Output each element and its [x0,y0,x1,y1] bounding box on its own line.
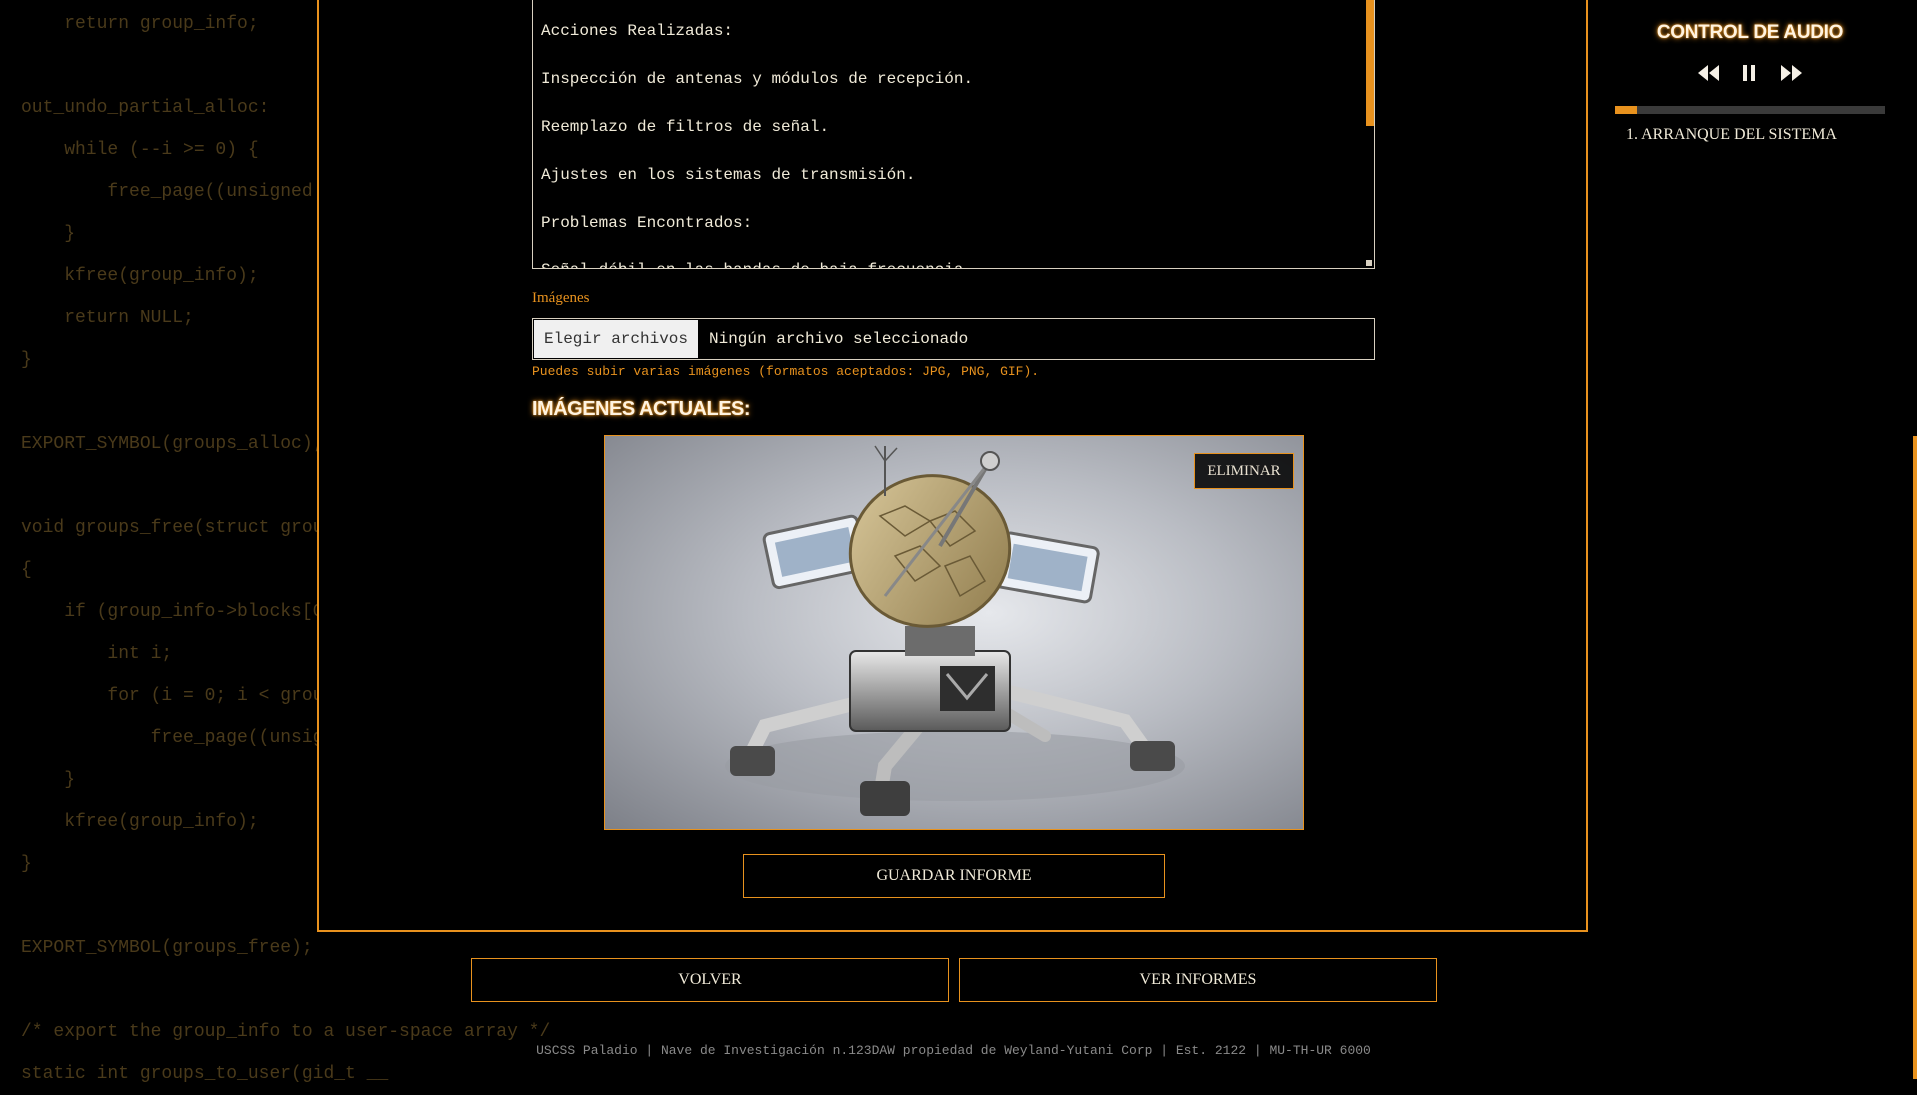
page-scrollbar[interactable] [1913,436,1917,1079]
audio-control-title: CONTROL DE AUDIO [1656,22,1844,43]
delete-image-button[interactable]: ELIMINAR [1194,453,1294,489]
satellite-rover-image [725,445,1185,816]
report-line: Acciones Realizadas: [541,22,734,40]
report-line: Señal débil en las bandas de baja frecue… [541,261,973,268]
report-line: Problemas Encontrados: [541,214,753,232]
save-report-button[interactable]: GUARDAR INFORME [743,854,1165,898]
file-input[interactable]: Elegir archivos Ningún archivo seleccion… [532,318,1375,360]
audio-progress-fill [1615,106,1637,114]
view-reports-button[interactable]: VER INFORMES [959,958,1437,1002]
textarea-resize-handle[interactable] [1366,260,1372,266]
pause-icon[interactable] [1742,63,1756,88]
report-line: Ajustes en los sistemas de transmisión. [541,166,916,184]
footer-text: USCSS Paladio | Nave de Investigación n.… [536,1043,1371,1058]
rewind-icon[interactable] [1698,63,1720,88]
file-format-hint: Puedes subir varias imágenes (formatos a… [532,364,1040,379]
audio-progress-bar[interactable] [1615,106,1885,114]
textarea-scrollbar[interactable] [1366,0,1374,126]
file-status-text: Ningún archivo seleccionado [709,330,969,348]
back-button[interactable]: VOLVER [471,958,949,1002]
background-code-line: static int groups_to_user(gid_t __ [21,1064,389,1084]
current-image-card: ELIMINAR [604,435,1304,830]
current-images-title: IMÁGENES ACTUALES: [532,398,751,420]
report-line: Reemplazo de filtros de señal. [541,118,830,136]
audio-controls [1696,63,1806,87]
report-textarea[interactable]: Acciones Realizadas: Inspección de anten… [532,0,1375,269]
choose-files-button[interactable]: Elegir archivos [534,320,698,358]
report-line: Inspección de antenas y módulos de recep… [541,70,974,88]
track-list-item[interactable]: 1. ARRANQUE DEL SISTEMA [1626,126,1837,144]
fast-forward-icon[interactable] [1780,63,1802,88]
images-label: Imágenes [532,290,590,306]
